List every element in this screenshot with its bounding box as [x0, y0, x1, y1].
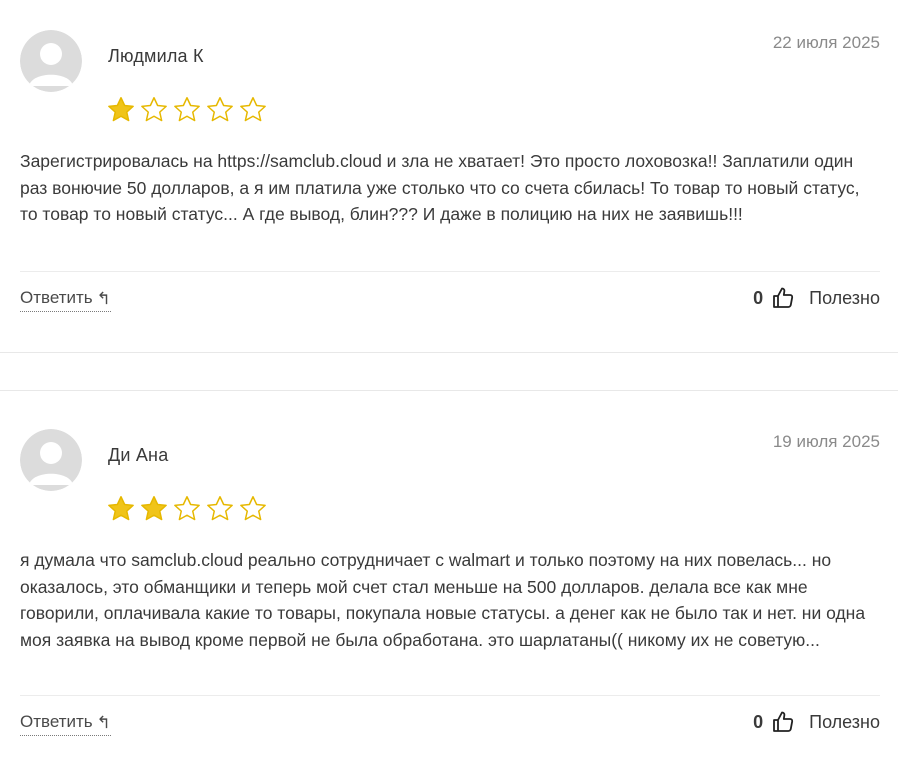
helpful-count: 0 [753, 711, 764, 732]
helpful-section: 0 Полезно [753, 710, 880, 734]
user-avatar-icon [20, 429, 82, 491]
thumbs-up-icon[interactable] [771, 286, 795, 310]
review-card: Людмила К 22 июля 2025 Зарегистрировалас… [20, 0, 880, 352]
reply-button[interactable]: Ответить ↰ [20, 712, 111, 736]
review-text: я думала что samclub.cloud реально сотру… [20, 550, 866, 650]
review-card: Ди Ана 19 июля 2025 я думала что samclub… [20, 399, 880, 762]
thumbs-up-icon[interactable] [771, 710, 795, 734]
star-icon [174, 97, 200, 122]
star-rating [106, 494, 268, 524]
reply-label: Ответить [20, 712, 93, 731]
helpful-count: 0 [753, 287, 764, 308]
star-icon [207, 97, 233, 122]
review-date: 19 июля 2025 [772, 432, 880, 451]
star-icon [108, 97, 134, 122]
star-icon [174, 496, 200, 521]
avatar [20, 429, 82, 491]
star-rating [106, 95, 268, 125]
star-icon [240, 97, 266, 122]
helpful-label[interactable]: Полезно [809, 712, 880, 733]
review-author: Людмила К [108, 46, 204, 66]
star-icon [141, 97, 167, 122]
review-separator [0, 390, 898, 391]
divider [20, 695, 880, 696]
review-author: Ди Ана [108, 445, 169, 465]
star-icon [108, 496, 134, 521]
star-icon [240, 496, 266, 521]
reply-arrow-icon: ↰ [96, 712, 111, 732]
reply-arrow-icon: ↰ [96, 288, 111, 308]
review-date: 22 июля 2025 [772, 33, 880, 52]
helpful-label[interactable]: Полезно [809, 288, 880, 309]
reply-button[interactable]: Ответить ↰ [20, 288, 111, 312]
star-icon [141, 496, 167, 521]
review-separator [0, 352, 898, 353]
star-icon [207, 496, 233, 521]
helpful-section: 0 Полезно [753, 286, 880, 310]
user-avatar-icon [20, 30, 82, 92]
divider [20, 271, 880, 272]
avatar [20, 30, 82, 92]
review-text: Зарегистрировалась на https://samclub.cl… [20, 151, 860, 224]
reply-label: Ответить [20, 288, 93, 307]
